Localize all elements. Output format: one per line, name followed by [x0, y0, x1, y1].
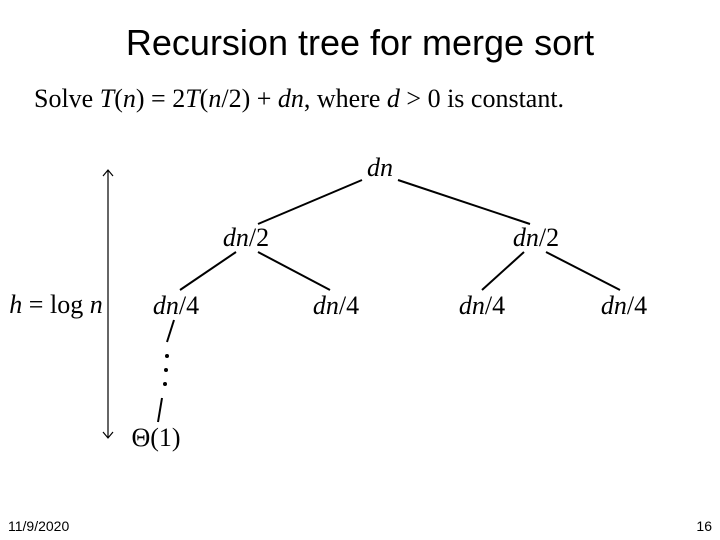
- var-dn: dn: [153, 291, 179, 320]
- var-dn: dn: [223, 223, 249, 252]
- var-d: d: [387, 84, 400, 113]
- txt: Solve: [34, 84, 100, 113]
- tree-node-l2-4: dn/4: [601, 291, 647, 321]
- txt: = log: [22, 290, 89, 319]
- txt: /2) +: [221, 84, 278, 113]
- var-T: T: [100, 84, 114, 113]
- txt: /2: [539, 223, 559, 252]
- txt: , where: [304, 84, 387, 113]
- recurrence-statement: Solve T(n) = 2T(n/2) + dn, where d > 0 i…: [0, 64, 720, 114]
- txt: /4: [179, 291, 199, 320]
- ellipsis-dot: [163, 382, 167, 386]
- var-dn: dn: [513, 223, 539, 252]
- var-dn: dn: [459, 291, 485, 320]
- recursion-tree: h = log n dn dn/2 dn/2 dn/4 dn/4 dn/4 dn…: [0, 140, 720, 480]
- tree-node-l2-3: dn/4: [459, 291, 505, 321]
- var-T: T: [185, 84, 199, 113]
- txt: ) = 2: [136, 84, 185, 113]
- var-h: h: [9, 290, 22, 319]
- txt: (: [114, 84, 123, 113]
- tree-node-leaf: Θ(1): [131, 423, 180, 453]
- ellipsis-dot: [164, 368, 168, 372]
- var-dn: dn: [278, 84, 304, 113]
- tree-node-l1-left: dn/2: [223, 223, 269, 253]
- ellipsis-dot: [165, 354, 169, 358]
- height-label: h = log n: [9, 290, 102, 320]
- var-n: n: [208, 84, 221, 113]
- tree-node-l2-1: dn/4: [153, 291, 199, 321]
- txt: /4: [339, 291, 359, 320]
- txt: /2: [249, 223, 269, 252]
- txt: /4: [485, 291, 505, 320]
- footer-page-number: 16: [696, 518, 712, 534]
- tree-node-root: dn: [367, 153, 393, 183]
- var-n: n: [90, 290, 103, 319]
- tree-node-l1-right: dn/2: [513, 223, 559, 253]
- var-dn: dn: [367, 153, 393, 182]
- tree-node-l2-2: dn/4: [313, 291, 359, 321]
- var-n: n: [123, 84, 136, 113]
- var-dn: dn: [313, 291, 339, 320]
- var-dn: dn: [601, 291, 627, 320]
- txt: > 0 is constant.: [400, 84, 564, 113]
- page-title: Recursion tree for merge sort: [0, 0, 720, 64]
- footer-date: 11/9/2020: [8, 518, 69, 534]
- txt: /4: [627, 291, 647, 320]
